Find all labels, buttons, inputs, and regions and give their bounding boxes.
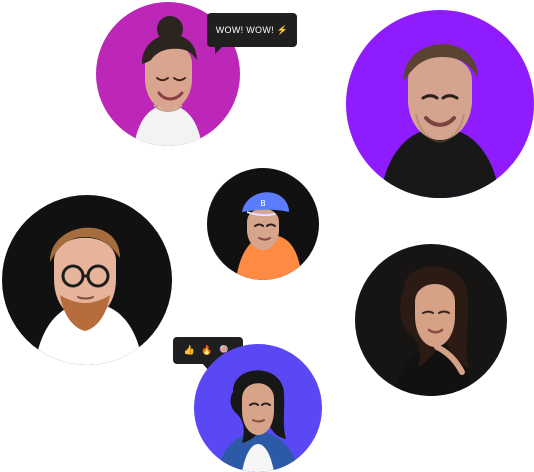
reaction-bubble-wow-text: WOW! WOW! ⚡ xyxy=(215,24,289,35)
avatar-man-left-illustration xyxy=(2,195,172,365)
avatar-man-left[interactable] xyxy=(2,195,172,365)
avatar-person-center-illustration: B xyxy=(207,168,319,280)
reaction-bubble-wow: WOW! WOW! ⚡ xyxy=(207,13,297,54)
avatar-cluster: WOW! WOW! ⚡ B 👍 xyxy=(0,0,534,472)
avatar-woman-bottom[interactable] xyxy=(194,344,322,472)
svg-text:B: B xyxy=(260,199,266,208)
avatar-man-top-right[interactable] xyxy=(346,10,534,198)
avatar-woman-right[interactable] xyxy=(355,244,507,396)
avatar-person-center[interactable]: B xyxy=(207,168,319,280)
avatar-man-top-right-illustration xyxy=(346,10,534,198)
avatar-woman-right-illustration xyxy=(355,244,507,396)
avatar-woman-bottom-illustration xyxy=(194,344,322,472)
